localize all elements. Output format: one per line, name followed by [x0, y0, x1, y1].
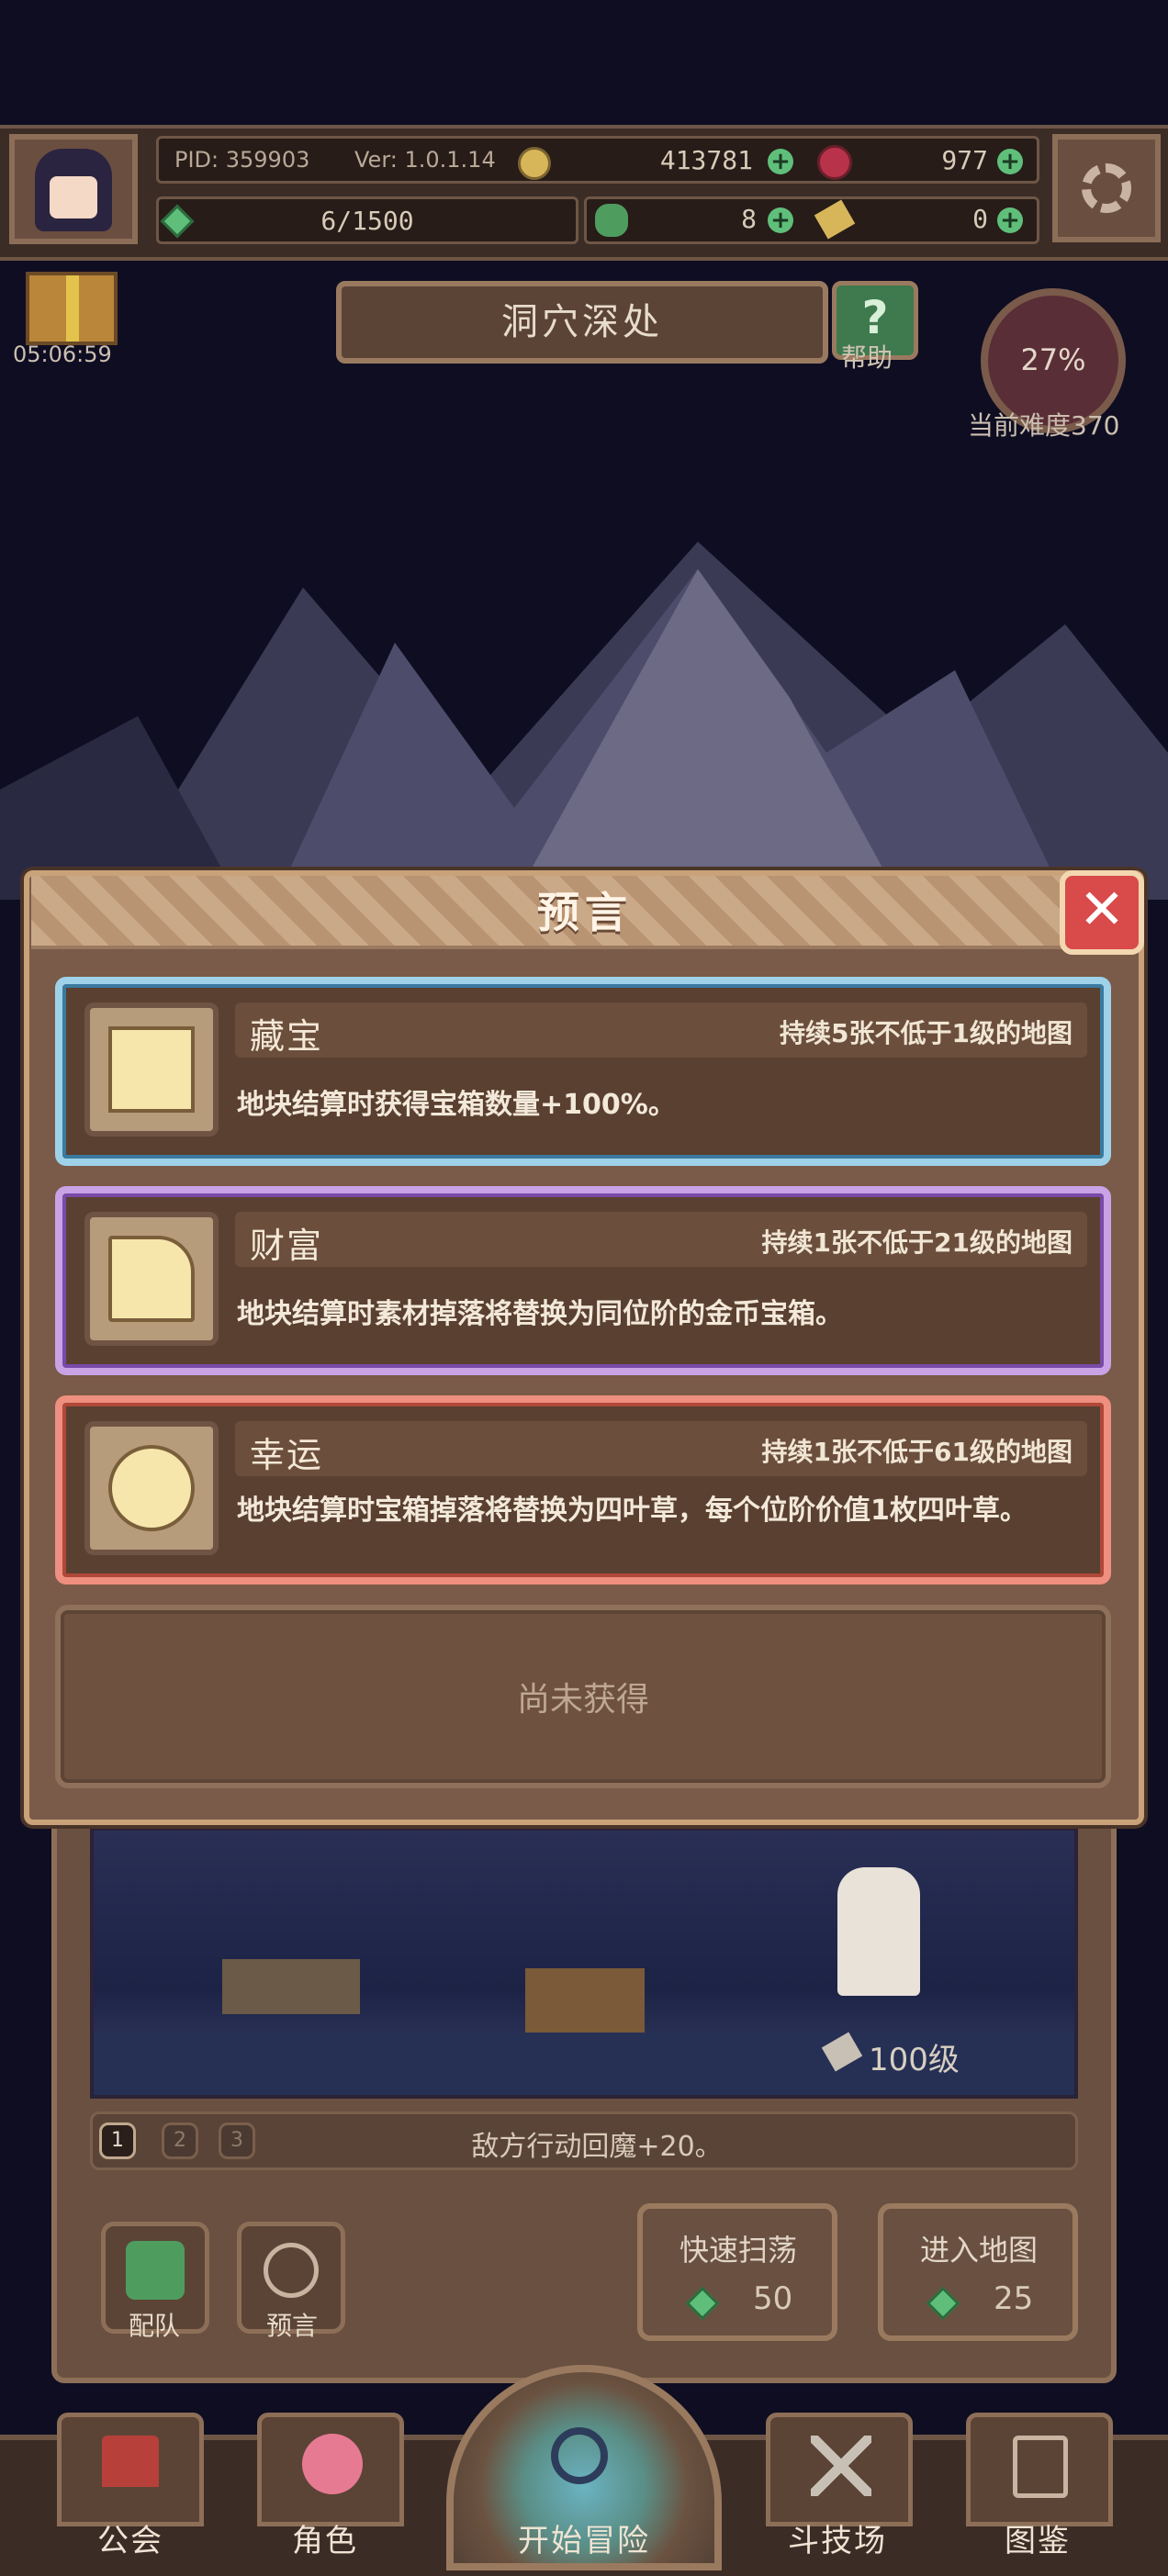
- area-title: 洞穴深处: [336, 281, 828, 364]
- quick-sweep-cost: 50: [753, 2280, 793, 2317]
- card-duration: 持续5张不低于1级的地图: [780, 1018, 1073, 1048]
- quick-sweep-label: 快速扫荡: [679, 2233, 798, 2268]
- enter-map-button[interactable]: 进入地图 25: [878, 2203, 1078, 2341]
- crystal-ball-icon: [264, 2243, 319, 2298]
- help-label: 帮助: [841, 342, 893, 373]
- map-level: 100级: [869, 2042, 960, 2078]
- nav-guild[interactable]: [57, 2413, 204, 2526]
- card-description: 地块结算时素材掉落将替换为同位阶的金币宝箱。: [237, 1298, 843, 1330]
- crossed-swords-icon: [811, 2436, 871, 2496]
- stage-2-button[interactable]: 2: [162, 2122, 198, 2159]
- gold-coin-icon: [518, 147, 551, 180]
- ruby-count: 977: [941, 145, 988, 175]
- settings-button[interactable]: [1052, 134, 1161, 242]
- prophecy-card-wealth[interactable]: 财富 持续1张不低于21级的地图 地块结算时素材掉落将替换为同位阶的金币宝箱。: [55, 1186, 1111, 1375]
- avatar-face: [50, 176, 97, 218]
- nav-character[interactable]: [257, 2413, 404, 2526]
- nav-codex-label: 图鉴: [1005, 2523, 1071, 2559]
- enter-map-cost: 25: [994, 2280, 1034, 2317]
- add-clover-icon[interactable]: +: [768, 207, 793, 233]
- prophecy-card-luck[interactable]: 幸运 持续1张不低于61级的地图 地块结算时宝箱掉落将替换为四叶草，每个位阶价值…: [55, 1395, 1111, 1585]
- player-avatar[interactable]: [9, 134, 138, 244]
- clover-icon: [595, 204, 628, 237]
- gift-timer: 05:06:59: [13, 342, 112, 367]
- clover-icon: [84, 1421, 219, 1555]
- gear-icon: [1082, 163, 1131, 213]
- stage-1-button[interactable]: 1: [99, 2122, 136, 2159]
- close-icon: ✕: [1078, 878, 1126, 942]
- modal-title: 预言: [537, 888, 633, 937]
- enter-map-label: 进入地图: [920, 2233, 1039, 2268]
- card-name: 财富: [250, 1226, 324, 1266]
- gold-stack-icon: [84, 1212, 219, 1346]
- team-icon: [126, 2241, 185, 2300]
- gift-box-icon[interactable]: [26, 272, 118, 345]
- prophecy-label: 预言: [266, 2311, 319, 2341]
- clover-count: 8: [741, 204, 757, 234]
- card-description: 地块结算时获得宝箱数量+100%。: [237, 1089, 676, 1121]
- card-name: 幸运: [250, 1435, 324, 1475]
- guild-hall-icon: [102, 2436, 159, 2487]
- map-scroll-icon: [84, 1002, 219, 1137]
- nav-character-label: 角色: [292, 2523, 358, 2559]
- codex-book-icon: [1013, 2436, 1068, 2498]
- nav-start-label: 开始冒险: [518, 2523, 650, 2559]
- empty-slot-text: 尚未获得: [516, 1681, 649, 1719]
- nav-arena[interactable]: [766, 2413, 913, 2526]
- difficulty-percent: 27%: [1020, 342, 1086, 377]
- enemy-effect-text: 敌方行动回魔+20。: [471, 2131, 723, 2163]
- card-description: 地块结算时宝箱掉落将替换为四叶草，每个位阶价值1枚四叶草。: [237, 1495, 1028, 1527]
- gold-count: 413781: [659, 145, 753, 175]
- add-key-icon[interactable]: +: [997, 207, 1023, 233]
- pid-label: PID: 359903: [174, 147, 310, 173]
- energy-icon: [685, 2286, 720, 2321]
- difficulty-label: 当前难度370: [968, 410, 1120, 441]
- ruby-icon: [817, 145, 852, 180]
- add-gold-icon[interactable]: +: [768, 149, 793, 174]
- nav-codex[interactable]: [966, 2413, 1113, 2526]
- key-count: 0: [972, 204, 988, 234]
- team-label: 配队: [129, 2311, 181, 2341]
- card-duration: 持续1张不低于61级的地图: [761, 1437, 1073, 1467]
- hero-sprite: [837, 1867, 920, 1996]
- nav-guild-label: 公会: [97, 2523, 163, 2559]
- add-ruby-icon[interactable]: +: [997, 149, 1023, 174]
- table-prop: [525, 1968, 645, 2033]
- prophecy-card-treasure[interactable]: 藏宝 持续5张不低于1级的地图 地块结算时获得宝箱数量+100%。: [55, 977, 1111, 1166]
- energy-icon: [926, 2286, 960, 2321]
- character-icon: [302, 2434, 363, 2494]
- card-name: 藏宝: [250, 1016, 324, 1057]
- mountain-backdrop: [0, 542, 1168, 900]
- stage-3-button[interactable]: 3: [219, 2122, 255, 2159]
- card-duration: 持续1张不低于21级的地图: [761, 1227, 1073, 1258]
- close-button[interactable]: ✕: [1060, 870, 1144, 955]
- magnifier-icon: [551, 2427, 608, 2484]
- energy-count: 6/1500: [320, 206, 414, 236]
- quick-sweep-button[interactable]: 快速扫荡 50: [637, 2203, 837, 2341]
- camp-prop: [222, 1959, 360, 2014]
- version-label: Ver: 1.0.1.14: [354, 147, 496, 173]
- nav-arena-label: 斗技场: [788, 2523, 887, 2559]
